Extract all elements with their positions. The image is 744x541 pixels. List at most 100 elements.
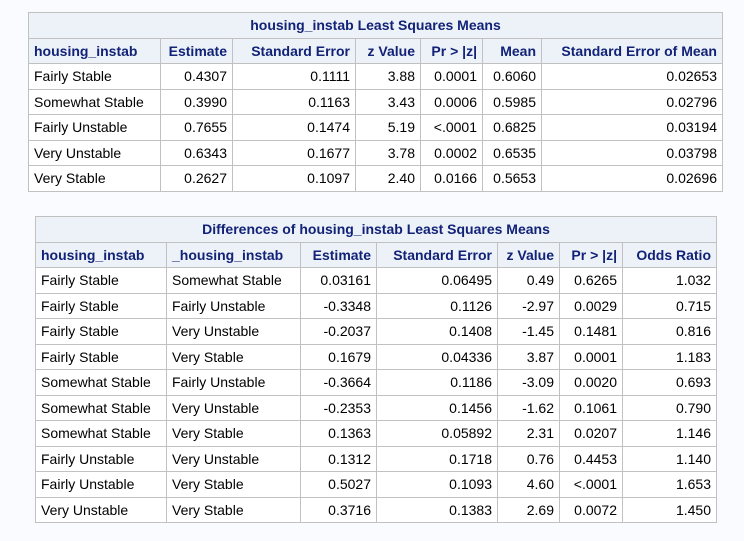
table-cell: 0.5027 (300, 471, 377, 498)
table-row: Fairly Stable Very Stable 0.1679 0.04336 3.8… (35, 343, 717, 370)
table-cell: 0.0002 (420, 139, 483, 166)
table-cell: 1.140 (622, 445, 717, 472)
table-cell: 0.1312 (300, 445, 377, 472)
table-cell: Fairly Unstable (28, 114, 161, 141)
table-cell: -2.97 (497, 292, 560, 319)
table-cell: Fairly Stable (35, 318, 167, 345)
table-cell: 0.1679 (300, 343, 377, 370)
table-cell: Somewhat Stable (35, 394, 167, 421)
table-cell: Very Unstable (166, 318, 301, 345)
lsmeans-table: housing_instab Least Squares Means housi… (28, 12, 723, 192)
table-cell: -0.3348 (300, 292, 377, 319)
table-cell: 0.1186 (376, 369, 498, 396)
table-row: Somewhat Stable Very Stable 0.1363 0.05892 2… (35, 420, 717, 447)
table-cell: 0.03798 (541, 139, 723, 166)
table-cell: 0.816 (622, 318, 717, 345)
column-header: Pr > |z| (559, 241, 623, 268)
table-cell: 5.19 (355, 114, 421, 141)
table-cell: Fairly Unstable (35, 445, 167, 472)
table-cell: 1.032 (622, 267, 717, 294)
table-cell: -3.09 (497, 369, 560, 396)
table-cell: 0.1163 (232, 88, 356, 115)
table-cell: Very Stable (166, 343, 301, 370)
table-cell: 0.3716 (300, 496, 377, 523)
table-cell: 0.06495 (376, 267, 498, 294)
table-row: Fairly Unstable Very Stable 0.5027 0.1093 4.… (35, 471, 717, 498)
table-cell: Very Unstable (35, 496, 167, 523)
table-cell: 0.02696 (541, 165, 723, 192)
table-cell: 0.6265 (559, 267, 623, 294)
table-cell: Somewhat Stable (35, 420, 167, 447)
column-header: housing_instab (35, 241, 167, 268)
table-cell: -0.2353 (300, 394, 377, 421)
table-cell: 0.6060 (482, 63, 542, 90)
table-cell: 0.5985 (482, 88, 542, 115)
table-cell: 0.1097 (232, 165, 356, 192)
table-cell: 0.02796 (541, 88, 723, 115)
table-cell: 0.05892 (376, 420, 498, 447)
column-header: Standard Error (376, 241, 498, 268)
table-cell: 0.7655 (160, 114, 233, 141)
table-row: Fairly Unstable Very Unstable 0.1312 0.1718… (35, 445, 717, 472)
table-cell: 0.1126 (376, 292, 498, 319)
table-cell: Fairly Stable (35, 267, 167, 294)
table-cell: 0.4307 (160, 63, 233, 90)
table-cell: Very Stable (166, 471, 301, 498)
column-header: Standard Error (232, 37, 356, 64)
table-cell: 0.04336 (376, 343, 498, 370)
table-cell: 0.02653 (541, 63, 723, 90)
table-cell: 1.450 (622, 496, 717, 523)
table-cell: Fairly Stable (35, 292, 167, 319)
table-cell: 0.1456 (376, 394, 498, 421)
table-cell: 0.03161 (300, 267, 377, 294)
table-cell: 3.43 (355, 88, 421, 115)
table-cell: 3.88 (355, 63, 421, 90)
table-cell: 0.6825 (482, 114, 542, 141)
table-cell: 1.653 (622, 471, 717, 498)
table-cell: 0.6343 (160, 139, 233, 166)
table-cell: 0.5653 (482, 165, 542, 192)
table-cell: 0.2627 (160, 165, 233, 192)
table-cell: 0.1111 (232, 63, 356, 90)
column-header: Estimate (160, 37, 233, 64)
table-cell: 0.1474 (232, 114, 356, 141)
table-cell: Fairly Stable (35, 343, 167, 370)
table-cell: 0.76 (497, 445, 560, 472)
table-cell: Very Unstable (166, 394, 301, 421)
table-cell: -1.45 (497, 318, 560, 345)
table-cell: 0.1408 (376, 318, 498, 345)
table-cell: 3.87 (497, 343, 560, 370)
table-cell: 0.1061 (559, 394, 623, 421)
column-header: Pr > |z| (420, 37, 483, 64)
table-cell: 0.6535 (482, 139, 542, 166)
table-cell: 4.60 (497, 471, 560, 498)
table-cell: Somewhat Stable (35, 369, 167, 396)
table-cell: 3.78 (355, 139, 421, 166)
table-row: Fairly Unstable 0.7655 0.1474 5.19 <.0001 0.6… (28, 114, 723, 141)
table-row: Fairly Stable 0.4307 0.1111 3.88 0.0001 0.606… (28, 63, 723, 90)
table-cell: 1.146 (622, 420, 717, 447)
table-cell: 0.0072 (559, 496, 623, 523)
table-cell: Somewhat Stable (166, 267, 301, 294)
table-row: Very Unstable Very Stable 0.3716 0.1383 2.69… (35, 496, 717, 523)
table-row: Somewhat Stable Fairly Unstable -0.3664 0.1… (35, 369, 717, 396)
table-cell: 0.3990 (160, 88, 233, 115)
table-cell: 0.0006 (420, 88, 483, 115)
table-title: Differences of housing_instab Least Squa… (35, 216, 717, 243)
column-header: Estimate (300, 241, 377, 268)
column-header: _housing_instab (166, 241, 301, 268)
table-cell: 2.31 (497, 420, 560, 447)
table-row: Fairly Stable Fairly Unstable -0.3348 0.112… (35, 292, 717, 319)
table-cell: 0.1718 (376, 445, 498, 472)
column-header: z Value (497, 241, 560, 268)
table-cell: 0.1481 (559, 318, 623, 345)
table-cell: <.0001 (420, 114, 483, 141)
table-row: Fairly Stable Somewhat Stable 0.03161 0.064… (35, 267, 717, 294)
table-cell: 0.0001 (559, 343, 623, 370)
table-cell: Fairly Stable (28, 63, 161, 90)
table-cell: 2.69 (497, 496, 560, 523)
table-cell: Somewhat Stable (28, 88, 161, 115)
table-cell: 0.1093 (376, 471, 498, 498)
column-header: Mean (482, 37, 542, 64)
table-cell: -0.3664 (300, 369, 377, 396)
